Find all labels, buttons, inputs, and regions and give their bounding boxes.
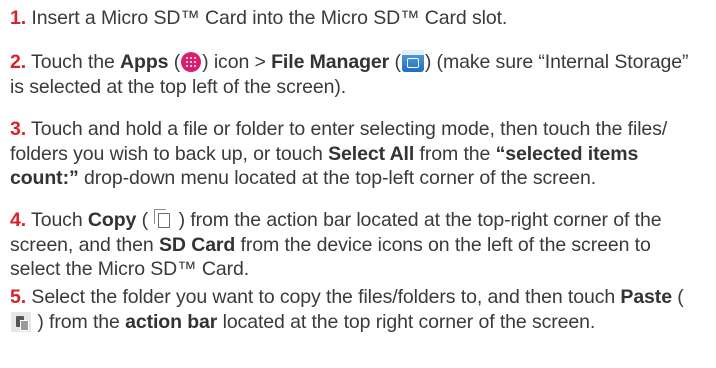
paste-icon [11,311,31,332]
step-number: 2. [10,51,27,73]
step-text: Touch [31,209,88,231]
action-bar-label: action bar [125,310,218,333]
step-1: 1. Insert a Micro SD™ Card into the Micr… [10,6,702,31]
sd-card-label: SD Card [159,233,236,256]
step-text: Touch the [31,51,121,73]
apps-icon [181,52,202,72]
instruction-steps: 1. Insert a Micro SD™ Card into the Micr… [0,0,716,368]
paste-label: Paste [620,286,672,308]
step-number: 1. [10,7,27,29]
step-text: ( [671,286,684,308]
copy-icon [154,209,172,229]
file-manager-label: File Manager [271,51,390,73]
step-text: ) from the [32,310,126,333]
file-manager-icon [401,50,424,72]
step-text: ( [389,51,401,73]
step-text: ) icon > [202,51,272,73]
step-text: Insert a Micro SD™ Card into the Micro S… [31,7,508,29]
step-text: drop-down menu located at the top-left c… [78,167,597,190]
step-number: 4. [10,209,27,231]
step-5: 5. Select the folder you want to copy th… [10,285,702,334]
step-3: 3. Touch and hold a file or folder to en… [10,117,702,191]
copy-label: Copy [87,209,137,231]
step-number: 3. [10,118,27,140]
step-text: ( [168,51,181,73]
step-text: Select the folder you want to copy the f… [31,286,621,308]
step-2: 2. Touch the Apps ( ) icon > File Manager… [10,50,702,99]
apps-label: Apps [120,51,169,73]
select-all-label: Select All [328,142,415,165]
step-text: located at the top right corner of the s… [217,310,596,333]
step-text: ( [136,209,154,231]
step-number: 5. [10,286,27,308]
step-text: from the [414,142,496,165]
step-4: 4. Touch Copy ( ) from the action bar lo… [10,208,702,282]
